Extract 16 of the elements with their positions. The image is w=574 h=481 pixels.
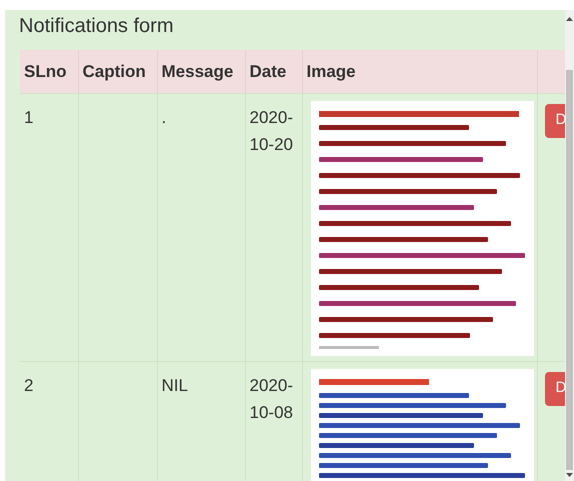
table-cell: 2020-10-08 — [250, 376, 293, 422]
table-cell: 1 — [24, 108, 34, 126]
scroll-down-icon[interactable] — [566, 472, 573, 478]
table-cell: NIL — [162, 376, 188, 394]
table-cell: 2020-10-20 — [250, 108, 293, 154]
scrollbar-thumb[interactable] — [566, 70, 573, 470]
table-cell: 2 — [24, 376, 34, 394]
column-header: Caption — [82, 62, 146, 80]
column-header: SLno — [24, 62, 66, 80]
column-header: Date — [250, 62, 286, 80]
panel-title: Notifications form — [18, 14, 174, 39]
scroll-up-icon[interactable] — [566, 16, 573, 22]
table-cell: . — [162, 108, 166, 126]
column-header: Message — [162, 62, 234, 80]
column-header: Image — [306, 62, 356, 80]
scrollbar[interactable] — [565, 10, 574, 481]
